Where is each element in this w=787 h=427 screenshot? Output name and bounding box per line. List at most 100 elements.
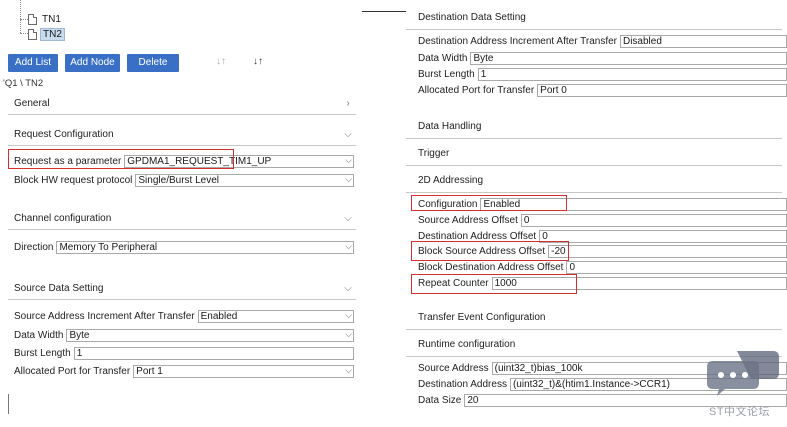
- tree-node-tn2[interactable]: TN2: [28, 27, 65, 41]
- field-label: Destination Address: [418, 379, 507, 390]
- section-2d-addressing[interactable]: 2D Addressing: [406, 169, 782, 193]
- document-icon: [28, 13, 37, 25]
- field-label: Source Address Offset: [418, 215, 518, 226]
- section-title: Destination Data Setting: [418, 12, 526, 23]
- source-allocated-port-select[interactable]: Port 1: [133, 365, 354, 378]
- divider: [362, 11, 406, 12]
- chevron-down-icon: ⌵: [345, 329, 352, 339]
- tree-toolbar: Add List Add Node Delete: [8, 54, 179, 72]
- move-up-icon[interactable]: ↓↑: [253, 56, 263, 67]
- chevron-down-icon: ⌵: [345, 310, 352, 320]
- destination-burst-length-input[interactable]: 1: [477, 68, 787, 81]
- section-title: Transfer Event Configuration: [418, 312, 546, 323]
- chevron-down-icon: ⌵: [344, 129, 352, 140]
- tree-branch: [20, 33, 28, 34]
- field-direction: Direction Memory To Peripheral ⌵: [14, 241, 354, 254]
- section-source-data-setting[interactable]: Source Data Setting ⌵: [8, 278, 356, 300]
- section-request-configuration[interactable]: Request Configuration ⌵: [8, 124, 356, 146]
- section-channel-configuration[interactable]: Channel configuration ⌵: [8, 208, 356, 230]
- field-label: Block Source Address Offset: [418, 246, 546, 257]
- section-data-handling[interactable]: Data Handling: [406, 115, 782, 139]
- field-label: Destination Address Increment After Tran…: [418, 36, 617, 47]
- section-trigger[interactable]: Trigger: [406, 142, 782, 166]
- block-source-address-offset-input[interactable]: -20: [548, 245, 787, 258]
- field-destination-address-increment: Destination Address Increment After Tran…: [418, 35, 787, 48]
- section-title: Channel configuration: [14, 213, 112, 224]
- section-title: Runtime configuration: [418, 339, 516, 350]
- chevron-down-icon: ⌵: [345, 241, 352, 251]
- tree-node-label: TN1: [42, 13, 61, 25]
- field-block-source-address-offset: Block Source Address Offset -20: [418, 245, 787, 258]
- left-config-panel: TN1 TN2 Add List Add Node Delete ↓↑ ↓↑ '…: [0, 0, 361, 427]
- tree-connector: [20, 0, 21, 33]
- field-label: Data Width: [14, 330, 64, 341]
- 2d-configuration-select[interactable]: Enabled: [480, 198, 787, 211]
- field-label: Data Width: [418, 53, 468, 64]
- chevron-down-icon: ⌵: [344, 283, 352, 294]
- direction-select[interactable]: Memory To Peripheral: [56, 241, 354, 254]
- watermark-text: ST中文论坛: [709, 406, 771, 418]
- field-label: Burst Length: [418, 69, 475, 80]
- source-address-offset-input[interactable]: 0: [520, 214, 787, 227]
- request-parameter-select[interactable]: GPDMA1_REQUEST_TIM1_UP: [124, 155, 354, 168]
- destination-address-increment-select[interactable]: Disabled: [619, 35, 787, 48]
- add-node-button[interactable]: Add Node: [65, 54, 120, 72]
- node-tree: TN1 TN2: [0, 0, 361, 47]
- field-repeat-counter: Repeat Counter 1000: [418, 277, 787, 290]
- tree-node-tn1[interactable]: TN1: [28, 12, 63, 26]
- field-label: Direction: [14, 242, 54, 253]
- add-list-button[interactable]: Add List: [8, 54, 58, 72]
- destination-address-offset-input[interactable]: 0: [539, 230, 787, 243]
- field-label: Data Size: [418, 395, 462, 406]
- field-label: Allocated Port for Transfer: [14, 366, 131, 377]
- field-destination-data-width: Data Width Byte: [418, 52, 787, 65]
- source-data-width-select[interactable]: Byte: [66, 329, 354, 342]
- field-destination-allocated-port: Allocated Port for Transfer Port 0: [418, 84, 787, 97]
- field-source-allocated-port: Allocated Port for Transfer Port 1 ⌵: [14, 365, 354, 378]
- field-block-hw-protocol: Block HW request protocol Single/Burst L…: [14, 174, 354, 187]
- block-hw-protocol-select[interactable]: Single/Burst Level: [135, 174, 354, 187]
- field-label: Source Address: [418, 363, 489, 374]
- field-label: Source Address Increment After Transfer: [14, 311, 195, 322]
- tree-branch: [20, 19, 28, 20]
- section-title: Source Data Setting: [14, 283, 104, 294]
- field-label: Repeat Counter: [418, 278, 489, 289]
- section-title: Data Handling: [418, 121, 482, 132]
- field-label: Request as a parameter: [14, 156, 122, 167]
- destination-allocated-port-select[interactable]: Port 0: [537, 84, 787, 97]
- field-destination-burst-length: Burst Length 1: [418, 68, 787, 81]
- field-source-burst-length: Burst Length 1: [14, 347, 354, 360]
- field-label: Burst Length: [14, 348, 71, 359]
- field-label: Block Destination Address Offset: [418, 262, 564, 273]
- field-block-destination-address-offset: Block Destination Address Offset 0: [418, 261, 787, 274]
- chevron-down-icon: ⌵: [344, 213, 352, 224]
- section-general[interactable]: General ›: [8, 93, 356, 115]
- repeat-counter-input[interactable]: 1000: [491, 277, 787, 290]
- field-destination-address-offset: Destination Address Offset 0: [418, 230, 787, 243]
- section-title: General: [14, 98, 50, 109]
- move-down-icon[interactable]: ↓↑: [216, 56, 226, 67]
- delete-button[interactable]: Delete: [127, 54, 179, 72]
- chat-bubble-icon: [707, 351, 779, 396]
- section-title: Request Configuration: [14, 129, 114, 140]
- destination-data-width-select[interactable]: Byte: [470, 52, 787, 65]
- divider: [8, 394, 9, 414]
- chevron-down-icon: ⌵: [345, 365, 352, 375]
- document-icon: [28, 28, 37, 40]
- source-address-increment-select[interactable]: Enabled: [197, 310, 354, 323]
- section-transfer-event-configuration[interactable]: Transfer Event Configuration: [406, 306, 782, 330]
- field-request-parameter: Request as a parameter GPDMA1_REQUEST_TI…: [14, 155, 354, 168]
- source-burst-length-input[interactable]: 1: [73, 347, 354, 360]
- field-label: Block HW request protocol: [14, 175, 133, 186]
- block-destination-address-offset-input[interactable]: 0: [566, 261, 787, 274]
- breadcrumb: 'Q1 \ TN2: [3, 78, 44, 89]
- field-label: Configuration: [418, 199, 478, 210]
- section-destination-data-setting[interactable]: Destination Data Setting: [406, 6, 782, 30]
- section-title: Trigger: [418, 148, 450, 159]
- field-source-data-width: Data Width Byte ⌵: [14, 329, 354, 342]
- field-label: Destination Address Offset: [418, 231, 537, 242]
- field-source-address-offset: Source Address Offset 0: [418, 214, 787, 227]
- tree-node-label: TN2: [40, 27, 65, 41]
- chevron-down-icon: ⌵: [345, 174, 352, 184]
- field-label: Allocated Port for Transfer: [418, 85, 535, 96]
